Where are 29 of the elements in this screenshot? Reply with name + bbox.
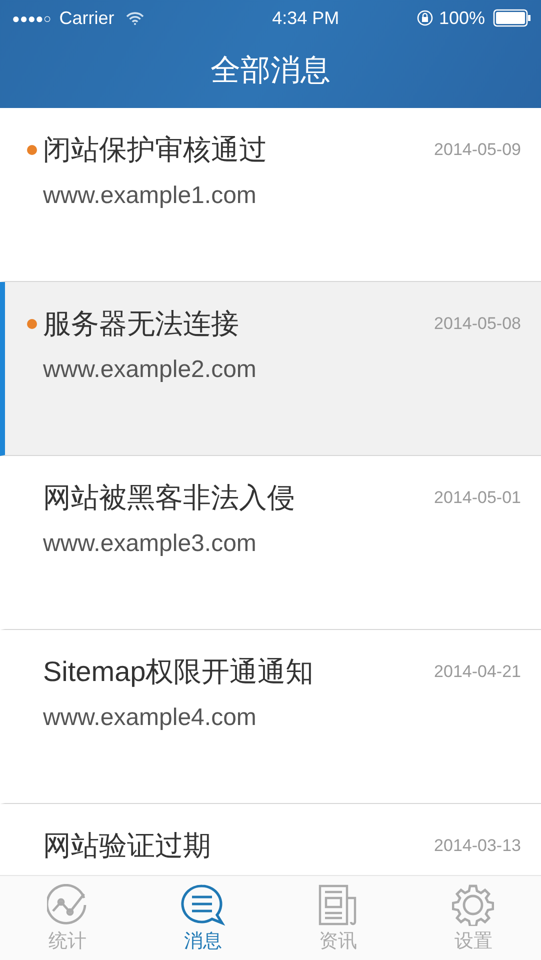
battery-percent: 100% [438,8,485,28]
message-item[interactable]: Sitemap权限开通通知 2014-04-21 www.example4.com [0,630,541,804]
message-date: 2014-05-08 [434,314,521,334]
message-date: 2014-05-09 [434,140,521,160]
message-url: www.example2.com [42,356,258,384]
message-date: 2014-03-13 [434,836,521,856]
message-title: 网站验证过期 [43,829,212,863]
chat-bubble-icon [180,884,225,926]
message-title: 服务器无法连接 [43,307,240,341]
message-title: 闭站保护审核通过 [43,133,268,167]
status-time: 4:34 PM [271,8,340,28]
signal-strength: ●●●●○ [12,10,52,26]
message-item[interactable]: 服务器无法连接 2014-05-08 www.example2.com [0,282,541,456]
message-title: Sitemap权限开通通知 [43,655,315,689]
carrier-name: Carrier [59,8,114,28]
message-url: www.example3.com [42,530,258,558]
page-title: 全部消息 [210,52,330,88]
wifi-icon [126,12,144,24]
message-url: www.example1.com [42,182,258,210]
gear-icon [452,884,494,926]
rotation-lock-icon [416,10,433,26]
message-date: 2014-05-01 [434,488,521,508]
tab-item[interactable]: 消息 [152,876,253,960]
message-url: www.example4.com [42,704,258,732]
message-item[interactable]: 网站被黑客非法入侵 2014-05-01 www.example3.com [0,456,541,630]
battery-icon [493,9,531,27]
message-title: 网站被黑客非法入侵 [43,481,296,515]
message-date: 2014-04-21 [434,662,521,682]
line-chart-icon [46,884,89,926]
